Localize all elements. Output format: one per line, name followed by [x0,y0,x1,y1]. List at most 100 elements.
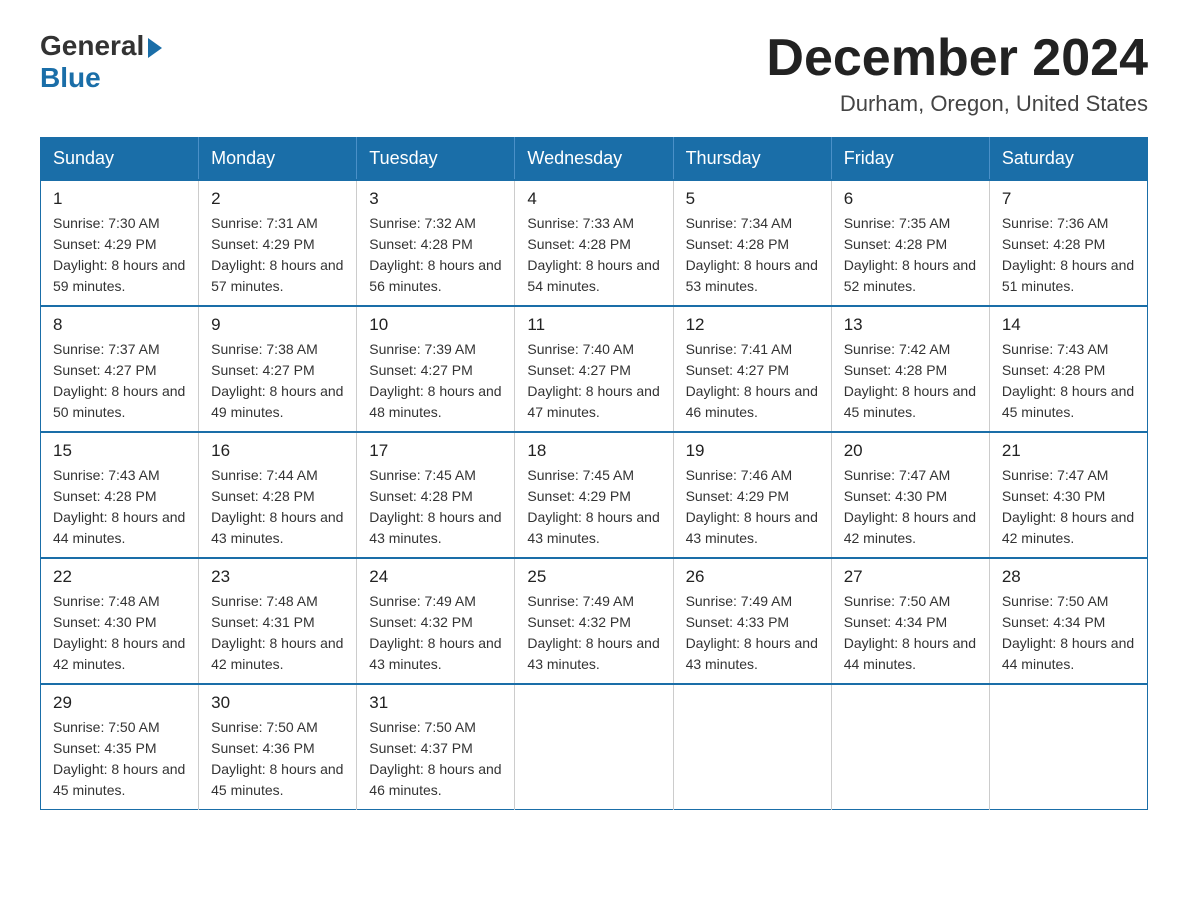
day-number: 11 [527,315,660,335]
day-info: Sunrise: 7:48 AM Sunset: 4:31 PM Dayligh… [211,591,344,675]
daylight-label: Daylight: 8 hours and 44 minutes. [844,635,976,672]
logo-blue-text: Blue [40,62,101,94]
day-info: Sunrise: 7:46 AM Sunset: 4:29 PM Dayligh… [686,465,819,549]
calendar-cell: 17 Sunrise: 7:45 AM Sunset: 4:28 PM Dayl… [357,432,515,558]
calendar-week-row: 8 Sunrise: 7:37 AM Sunset: 4:27 PM Dayli… [41,306,1148,432]
day-number: 14 [1002,315,1135,335]
daylight-label: Daylight: 8 hours and 49 minutes. [211,383,343,420]
sunrise-label: Sunrise: 7:43 AM [53,467,160,483]
day-number: 22 [53,567,186,587]
day-number: 28 [1002,567,1135,587]
sunrise-label: Sunrise: 7:49 AM [686,593,793,609]
sunset-label: Sunset: 4:28 PM [844,236,948,252]
sunrise-label: Sunrise: 7:36 AM [1002,215,1109,231]
sunset-label: Sunset: 4:30 PM [53,614,157,630]
daylight-label: Daylight: 8 hours and 52 minutes. [844,257,976,294]
day-info: Sunrise: 7:47 AM Sunset: 4:30 PM Dayligh… [844,465,977,549]
sunrise-label: Sunrise: 7:39 AM [369,341,476,357]
logo: General Blue [40,30,162,94]
calendar-cell: 10 Sunrise: 7:39 AM Sunset: 4:27 PM Dayl… [357,306,515,432]
location-text: Durham, Oregon, United States [766,91,1148,117]
day-of-week-header: Wednesday [515,138,673,181]
daylight-label: Daylight: 8 hours and 48 minutes. [369,383,501,420]
day-info: Sunrise: 7:34 AM Sunset: 4:28 PM Dayligh… [686,213,819,297]
day-number: 18 [527,441,660,461]
day-number: 27 [844,567,977,587]
day-info: Sunrise: 7:31 AM Sunset: 4:29 PM Dayligh… [211,213,344,297]
day-number: 13 [844,315,977,335]
sunrise-label: Sunrise: 7:47 AM [844,467,951,483]
day-of-week-header: Saturday [989,138,1147,181]
sunrise-label: Sunrise: 7:49 AM [527,593,634,609]
sunset-label: Sunset: 4:36 PM [211,740,315,756]
sunrise-label: Sunrise: 7:44 AM [211,467,318,483]
sunset-label: Sunset: 4:28 PM [844,362,948,378]
day-info: Sunrise: 7:38 AM Sunset: 4:27 PM Dayligh… [211,339,344,423]
sunrise-label: Sunrise: 7:42 AM [844,341,951,357]
calendar-cell: 2 Sunrise: 7:31 AM Sunset: 4:29 PM Dayli… [199,180,357,306]
day-number: 2 [211,189,344,209]
daylight-label: Daylight: 8 hours and 45 minutes. [53,761,185,798]
daylight-label: Daylight: 8 hours and 45 minutes. [844,383,976,420]
sunset-label: Sunset: 4:31 PM [211,614,315,630]
day-info: Sunrise: 7:50 AM Sunset: 4:37 PM Dayligh… [369,717,502,801]
daylight-label: Daylight: 8 hours and 44 minutes. [1002,635,1134,672]
sunset-label: Sunset: 4:34 PM [1002,614,1106,630]
day-number: 30 [211,693,344,713]
daylight-label: Daylight: 8 hours and 43 minutes. [369,635,501,672]
sunrise-label: Sunrise: 7:50 AM [1002,593,1109,609]
daylight-label: Daylight: 8 hours and 59 minutes. [53,257,185,294]
day-info: Sunrise: 7:49 AM Sunset: 4:33 PM Dayligh… [686,591,819,675]
day-number: 17 [369,441,502,461]
day-of-week-header: Tuesday [357,138,515,181]
sunset-label: Sunset: 4:28 PM [1002,236,1106,252]
title-section: December 2024 Durham, Oregon, United Sta… [766,30,1148,117]
sunset-label: Sunset: 4:29 PM [211,236,315,252]
sunset-label: Sunset: 4:28 PM [1002,362,1106,378]
day-info: Sunrise: 7:50 AM Sunset: 4:34 PM Dayligh… [844,591,977,675]
logo-general-text: General [40,30,144,62]
calendar-cell: 3 Sunrise: 7:32 AM Sunset: 4:28 PM Dayli… [357,180,515,306]
day-info: Sunrise: 7:41 AM Sunset: 4:27 PM Dayligh… [686,339,819,423]
sunset-label: Sunset: 4:33 PM [686,614,790,630]
daylight-label: Daylight: 8 hours and 43 minutes. [527,635,659,672]
calendar-cell: 20 Sunrise: 7:47 AM Sunset: 4:30 PM Dayl… [831,432,989,558]
sunrise-label: Sunrise: 7:38 AM [211,341,318,357]
sunrise-label: Sunrise: 7:47 AM [1002,467,1109,483]
sunset-label: Sunset: 4:35 PM [53,740,157,756]
day-info: Sunrise: 7:43 AM Sunset: 4:28 PM Dayligh… [1002,339,1135,423]
calendar-week-row: 15 Sunrise: 7:43 AM Sunset: 4:28 PM Dayl… [41,432,1148,558]
daylight-label: Daylight: 8 hours and 42 minutes. [1002,509,1134,546]
day-of-week-header: Monday [199,138,357,181]
sunset-label: Sunset: 4:27 PM [369,362,473,378]
sunset-label: Sunset: 4:28 PM [211,488,315,504]
sunset-label: Sunset: 4:28 PM [369,236,473,252]
day-info: Sunrise: 7:49 AM Sunset: 4:32 PM Dayligh… [527,591,660,675]
sunrise-label: Sunrise: 7:49 AM [369,593,476,609]
day-info: Sunrise: 7:50 AM Sunset: 4:34 PM Dayligh… [1002,591,1135,675]
calendar-week-row: 22 Sunrise: 7:48 AM Sunset: 4:30 PM Dayl… [41,558,1148,684]
calendar-cell: 30 Sunrise: 7:50 AM Sunset: 4:36 PM Dayl… [199,684,357,810]
sunrise-label: Sunrise: 7:43 AM [1002,341,1109,357]
calendar-cell: 25 Sunrise: 7:49 AM Sunset: 4:32 PM Dayl… [515,558,673,684]
calendar-cell: 31 Sunrise: 7:50 AM Sunset: 4:37 PM Dayl… [357,684,515,810]
calendar-week-row: 1 Sunrise: 7:30 AM Sunset: 4:29 PM Dayli… [41,180,1148,306]
sunset-label: Sunset: 4:28 PM [686,236,790,252]
day-number: 4 [527,189,660,209]
calendar-cell [831,684,989,810]
sunrise-label: Sunrise: 7:34 AM [686,215,793,231]
sunrise-label: Sunrise: 7:37 AM [53,341,160,357]
calendar-cell: 29 Sunrise: 7:50 AM Sunset: 4:35 PM Dayl… [41,684,199,810]
day-number: 23 [211,567,344,587]
calendar-cell: 12 Sunrise: 7:41 AM Sunset: 4:27 PM Dayl… [673,306,831,432]
day-info: Sunrise: 7:44 AM Sunset: 4:28 PM Dayligh… [211,465,344,549]
daylight-label: Daylight: 8 hours and 43 minutes. [211,509,343,546]
sunset-label: Sunset: 4:37 PM [369,740,473,756]
day-number: 5 [686,189,819,209]
calendar-cell [989,684,1147,810]
calendar-cell: 28 Sunrise: 7:50 AM Sunset: 4:34 PM Dayl… [989,558,1147,684]
day-number: 9 [211,315,344,335]
day-info: Sunrise: 7:45 AM Sunset: 4:28 PM Dayligh… [369,465,502,549]
day-number: 26 [686,567,819,587]
sunset-label: Sunset: 4:30 PM [1002,488,1106,504]
